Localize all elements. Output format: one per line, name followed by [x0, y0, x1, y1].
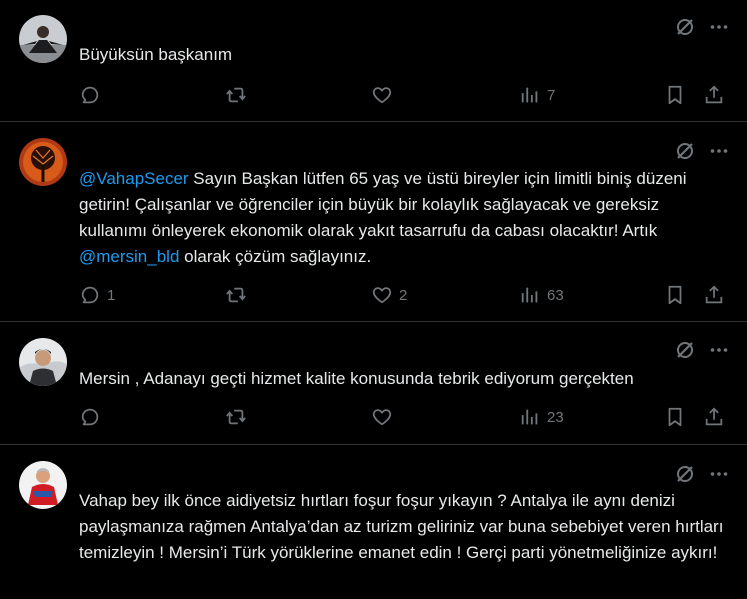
- post-text: Mersin , Adanayı geçti hizmet kalite kon…: [79, 369, 634, 388]
- reply-button[interactable]: [79, 406, 107, 428]
- reply-icon: [81, 286, 99, 304]
- more-icon[interactable]: [708, 339, 730, 361]
- grok-icon[interactable]: [674, 16, 696, 38]
- post-top-icons: [674, 16, 730, 38]
- bookmark-button[interactable]: [664, 84, 686, 106]
- post-top-icons: [674, 140, 730, 162]
- mention-link[interactable]: @VahapSecer: [79, 169, 189, 188]
- post-top-icons: [674, 463, 730, 485]
- grok-icon[interactable]: [674, 463, 696, 485]
- view-count: 63: [547, 286, 564, 304]
- share-button[interactable]: [703, 84, 725, 106]
- repost-button[interactable]: [225, 84, 247, 106]
- bookmark-icon: [668, 407, 682, 427]
- mention-link[interactable]: @mersin_bld: [79, 247, 179, 266]
- bookmark-button[interactable]: [664, 406, 686, 428]
- post-text: Büyüksün başkanım: [79, 45, 233, 64]
- reply-icon: [81, 86, 99, 104]
- bookmark-button[interactable]: [664, 284, 686, 306]
- post-top-icons: [674, 339, 730, 361]
- avatar[interactable]: [19, 138, 67, 186]
- post[interactable]: Mersin , Adanayı geçti hizmet kalite kon…: [0, 322, 747, 445]
- grok-icon[interactable]: [674, 140, 696, 162]
- post[interactable]: Vahap bey ilk önce aidiyetsiz hırtları f…: [0, 445, 747, 599]
- reply-feed: Büyüksün başkanım 7 @VahapSecer Sayın Ba…: [0, 0, 747, 599]
- more-icon[interactable]: [708, 140, 730, 162]
- share-button[interactable]: [703, 284, 725, 306]
- avatar[interactable]: [19, 338, 67, 386]
- bookmark-icon: [668, 85, 682, 105]
- views-button[interactable]: 23: [519, 406, 564, 428]
- repost-button[interactable]: [225, 406, 247, 428]
- post[interactable]: @VahapSecer Sayın Başkan lütfen 65 yaş v…: [0, 122, 747, 322]
- like-icon: [372, 287, 392, 304]
- grok-icon[interactable]: [674, 339, 696, 361]
- share-button[interactable]: [703, 406, 725, 428]
- views-icon: [521, 287, 538, 303]
- like-icon: [372, 87, 392, 104]
- views-button[interactable]: 63: [519, 284, 564, 306]
- post-actions: 1 2 63: [79, 284, 729, 308]
- post-actions: 23: [79, 406, 729, 430]
- views-icon: [521, 409, 538, 425]
- avatar[interactable]: [19, 461, 67, 509]
- avatar[interactable]: [19, 15, 67, 63]
- reply-button[interactable]: 1: [79, 284, 115, 306]
- reply-count: 1: [107, 286, 116, 304]
- post[interactable]: Büyüksün başkanım 7: [0, 0, 747, 122]
- like-count: 2: [399, 286, 408, 304]
- view-count: 23: [547, 408, 564, 426]
- like-icon: [372, 409, 392, 426]
- repost-button[interactable]: [225, 284, 247, 306]
- like-button[interactable]: [371, 84, 399, 106]
- reply-button[interactable]: [79, 84, 107, 106]
- post-text: Vahap bey ilk önce aidiyetsiz hırtları f…: [79, 491, 729, 562]
- post-text-part: olarak çözüm sağlayınız.: [179, 247, 372, 266]
- repost-icon: [226, 87, 246, 103]
- share-icon: [705, 85, 723, 104]
- more-icon[interactable]: [708, 16, 730, 38]
- post-actions: 7: [79, 84, 729, 108]
- view-count: 7: [547, 86, 556, 104]
- reply-icon: [81, 408, 99, 426]
- bookmark-icon: [668, 285, 682, 305]
- views-button[interactable]: 7: [519, 84, 555, 106]
- repost-icon: [226, 287, 246, 303]
- like-button[interactable]: 2: [371, 284, 407, 306]
- share-icon: [705, 285, 723, 304]
- like-button[interactable]: [371, 406, 399, 428]
- more-icon[interactable]: [708, 463, 730, 485]
- views-icon: [521, 87, 538, 103]
- repost-icon: [226, 409, 246, 425]
- post-text: @VahapSecer Sayın Başkan lütfen 65 yaş v…: [79, 166, 729, 270]
- share-icon: [705, 407, 723, 426]
